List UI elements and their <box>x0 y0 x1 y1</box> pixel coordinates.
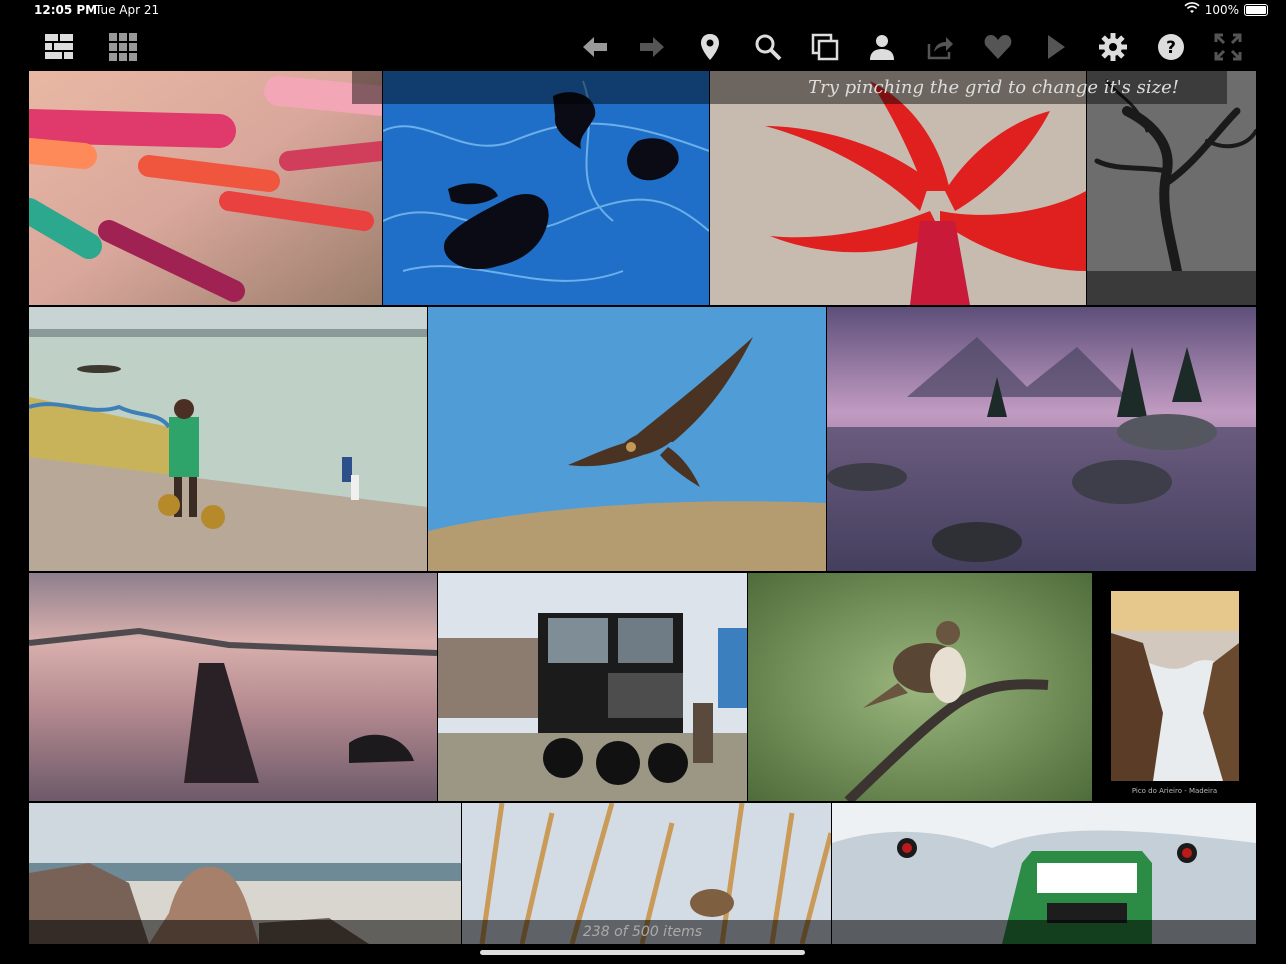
photo-colored-straws[interactable] <box>29 71 382 305</box>
search-icon[interactable] <box>751 30 785 64</box>
photo-eagle-in-flight[interactable] <box>428 307 826 571</box>
print-caption: Pico do Arieiro - Madeira <box>1131 787 1218 795</box>
svg-text:?: ? <box>1166 38 1176 58</box>
help-icon[interactable]: ? <box>1154 30 1188 64</box>
brick-layout-icon[interactable] <box>42 30 76 64</box>
wifi-icon <box>1184 2 1200 17</box>
photo-hawk-on-branch[interactable] <box>748 573 1092 801</box>
status-date: Tue Apr 21 <box>95 3 160 17</box>
battery-percent: 100% <box>1204 2 1239 17</box>
photo-river-ghat-man[interactable] <box>29 307 427 571</box>
pinch-hint: Try pinching the grid to change it's siz… <box>352 71 1227 104</box>
heart-icon[interactable] <box>981 30 1015 64</box>
home-indicator[interactable] <box>480 950 805 955</box>
person-icon[interactable] <box>865 30 899 64</box>
photo-blue-ice-leaves[interactable] <box>383 71 709 305</box>
fullscreen-icon[interactable] <box>1211 30 1245 64</box>
status-right: 100% <box>1184 2 1268 17</box>
location-pin-icon[interactable] <box>693 30 727 64</box>
gear-icon[interactable] <box>1096 30 1130 64</box>
photo-red-flower[interactable] <box>710 71 1086 305</box>
share-icon[interactable] <box>923 30 957 64</box>
back-arrow-icon[interactable] <box>578 30 612 64</box>
copy-icon[interactable] <box>808 30 842 64</box>
status-bar: 12:05 PM Tue Apr 21 100% <box>0 0 1286 22</box>
battery-icon <box>1244 3 1268 16</box>
forward-arrow-icon[interactable] <box>635 30 669 64</box>
toolbar: ? <box>0 22 1286 70</box>
item-count: 238 of 500 items <box>29 920 1256 944</box>
play-icon[interactable] <box>1038 30 1072 64</box>
square-grid-icon[interactable] <box>106 30 140 64</box>
photo-madeira-print[interactable]: Pico do Arieiro - Madeira <box>1093 573 1256 801</box>
photo-mountain-lake-purple[interactable] <box>827 307 1256 571</box>
photo-grid[interactable]: Pico do Arieiro - Madeira <box>29 71 1256 944</box>
photo-bw-tree[interactable] <box>1087 71 1256 305</box>
photo-mack-truck[interactable] <box>438 573 747 801</box>
photo-misty-pier-sunset[interactable] <box>29 573 437 801</box>
status-time: 12:05 PM <box>34 3 98 17</box>
